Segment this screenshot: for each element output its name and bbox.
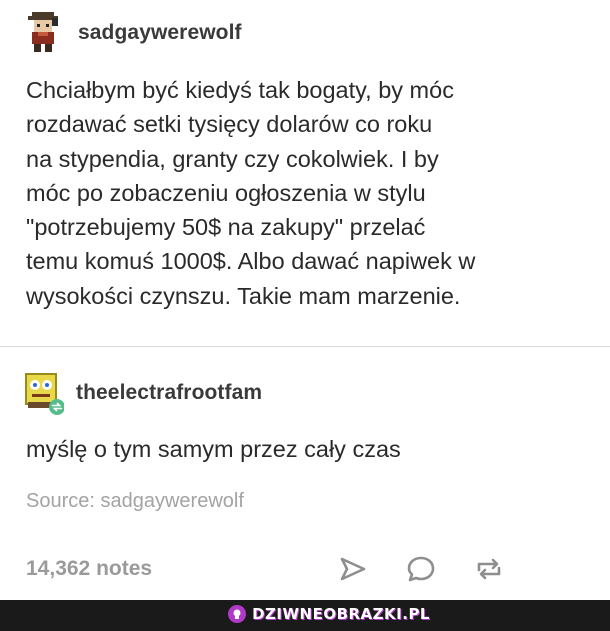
source-line[interactable]: Source: sadgaywerewolf xyxy=(26,490,244,513)
reblog-icon xyxy=(477,558,501,580)
brand-logo-icon xyxy=(228,605,247,623)
share-button[interactable] xyxy=(336,552,370,586)
reblog-button[interactable] xyxy=(472,552,506,586)
site-brand: DZIWNEOBRAZKI.PL xyxy=(228,605,430,623)
reply-author-username[interactable]: theelectrafrootfam xyxy=(76,381,262,405)
original-post-header: sadgaywerewolf xyxy=(26,12,242,54)
paper-plane-icon xyxy=(340,557,366,581)
avatar[interactable] xyxy=(26,12,60,54)
reply-body: myślę o tym samym przez cały czas xyxy=(26,436,401,462)
post-body: Chciałbym być kiedyś tak bogaty, by móc … xyxy=(26,77,476,309)
source-value[interactable]: sadgaywerewolf xyxy=(100,490,243,512)
avatar[interactable] xyxy=(24,372,65,415)
reply-header: theelectrafrootfam xyxy=(24,372,262,415)
notes-count[interactable]: 14,362 notes xyxy=(26,557,152,581)
speech-bubble-icon xyxy=(407,556,435,582)
post-actions xyxy=(336,552,506,586)
source-label: Source: xyxy=(26,490,101,512)
author-username[interactable]: sadgaywerewolf xyxy=(78,21,242,45)
watermark-bar: DZIWNEOBRAZKI.PL xyxy=(0,600,610,631)
pixel-character-avatar-icon xyxy=(28,12,58,52)
sponge-avatar-icon xyxy=(25,373,65,415)
brand-text: DZIWNEOBRAZKI.PL xyxy=(252,605,430,623)
reply-button[interactable] xyxy=(404,552,438,586)
tumblr-post: sadgaywerewolf Chciałbym być kiedyś tak … xyxy=(0,0,610,600)
divider xyxy=(0,346,610,347)
